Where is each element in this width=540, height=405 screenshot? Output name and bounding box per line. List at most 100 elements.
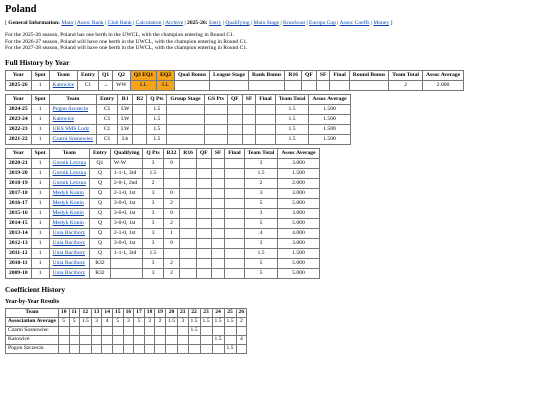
coef-value [235, 343, 248, 354]
column-header: 16 [122, 307, 135, 318]
table-row: 2015-16 1 Medyk Konin Q 3-0-0, 1st 3 0 3 3.000 [5, 207, 320, 219]
cell-qp: 3 [142, 197, 164, 209]
nav-link[interactable]: Qualifying [225, 20, 249, 26]
table-row: 2024-25 1 Pogon Szczecin C1 LW 1.5 1.5 1.500 [5, 103, 351, 115]
team-link[interactable]: Unia Raciborz [53, 230, 85, 236]
cell-r16 [179, 217, 197, 229]
coef-value: 1.5 [78, 316, 92, 327]
column-header: Entry [88, 147, 111, 159]
column-header: 25 [223, 307, 237, 318]
team-link[interactable]: Katowice [53, 82, 74, 88]
cell-year: 2013-14 [5, 227, 32, 239]
coef-value [176, 343, 189, 354]
column-header: Assoc Average [421, 69, 465, 81]
cell-team: UKS SMS Lodz [48, 123, 98, 135]
coef-value [223, 325, 237, 336]
team-link[interactable]: UKS SMS Lodz [53, 126, 90, 132]
column-header: Q Pts [146, 93, 168, 105]
cell-entry: C1 [96, 133, 119, 145]
nav-link[interactable]: Main Stage [253, 20, 279, 26]
team-link[interactable]: Medyk Konin [53, 200, 84, 206]
team-link[interactable]: Medyk Konin [53, 190, 84, 196]
cell-fin [224, 177, 245, 189]
coef-value: 4 [101, 316, 113, 327]
team-link[interactable]: Medyk Konin [53, 210, 84, 216]
team-link[interactable]: Pogon Szczecin [53, 106, 89, 112]
cell-r32: 0 [162, 157, 181, 169]
cell-tt: 5 [243, 197, 279, 209]
cell-qf [195, 227, 212, 239]
column-header: QF [226, 93, 243, 105]
nav-link[interactable]: Archive [165, 20, 183, 26]
team-link[interactable]: Gornik Leczna [53, 170, 86, 176]
cell-qf [195, 197, 212, 209]
cell-qf [301, 79, 317, 91]
uwcl-history-table-2021-2025: Year Spot Team Entry R1 R2 Q Pts Group Stage GS … [5, 93, 351, 145]
cell-year: 2019-20 [5, 167, 32, 179]
cell-team: Katowice [48, 113, 98, 125]
cell-spot: 1 [30, 177, 50, 189]
nav-link[interactable]: Knockout [283, 20, 305, 26]
column-header: 20 [164, 307, 178, 318]
nav-link[interactable]: Assoc Coeffs [340, 20, 370, 26]
team-link[interactable]: Czarni Sosnowiec [53, 136, 94, 142]
cell-r16 [179, 227, 197, 239]
cell-qual: 3-0-0, 1st [109, 207, 144, 219]
cell-q2: WW [112, 79, 131, 91]
coef-value [199, 343, 213, 354]
team-link[interactable]: Katowice [53, 116, 74, 122]
nav-link[interactable]: Europa Cup [309, 20, 336, 26]
cell-entry: R32 [88, 257, 111, 269]
cell-aa: 3.000 [277, 237, 320, 249]
season-links: Entry | Qualifying | Main Stage | Knocko… [208, 20, 390, 26]
column-header: Entry [76, 69, 99, 81]
cell-entry: Q [88, 177, 111, 189]
column-header: 19 [154, 307, 166, 318]
nav-link[interactable]: Calculation [136, 20, 162, 26]
cell-year: 2022-23 [5, 123, 32, 135]
cell-qual: 2-1-0, 1st [109, 227, 144, 239]
team-link[interactable]: Unia Raciborz [53, 240, 85, 246]
cell-year: 2015-16 [5, 207, 32, 219]
cell-r32: 2 [162, 217, 181, 229]
cell-r16 [179, 257, 197, 269]
column-header: R1 [117, 93, 134, 105]
nav-link[interactable]: Assoc Rank [77, 20, 104, 26]
team-link[interactable]: Gornik Leczna [53, 180, 86, 186]
nav-link[interactable]: Money [373, 20, 389, 26]
cell-rb [248, 79, 286, 91]
cell-spot: 1 [30, 157, 50, 169]
cell-r2 [132, 133, 148, 145]
cell-fin [255, 113, 276, 125]
cell-spot: 1 [30, 187, 50, 199]
cell-aa: 3.000 [277, 187, 320, 199]
cell-qp: 1.5 [146, 113, 168, 125]
column-header: 18 [143, 307, 156, 318]
team-link[interactable]: Unia Raciborz [53, 260, 85, 266]
cell-aa: 5.000 [277, 197, 320, 209]
team-link[interactable]: Unia Raciborz [53, 270, 85, 276]
column-header: Team Total [388, 69, 423, 81]
berth-notes: For the 2025-26 season, Poland has one b… [5, 32, 535, 52]
cell-aa: 2.000 [277, 177, 320, 189]
general-links: Main | Assoc Rank | Club Rank | Calculat… [61, 20, 184, 26]
cell-sf [241, 133, 257, 145]
cell-aa: 5.000 [277, 267, 320, 279]
cell-spot: 1 [30, 237, 50, 249]
nav-link[interactable]: Club Rank [108, 20, 132, 26]
year-by-year-heading: Year-by-Year Results [5, 298, 60, 305]
header-row: Year Spot Team Entry Qualifying Q Pts R32 R16 QF… [5, 147, 320, 159]
cell-r16 [179, 157, 197, 169]
column-header: R32 [162, 147, 181, 159]
nav-link[interactable]: Main [61, 20, 73, 26]
team-link[interactable]: Unia Raciborz [53, 250, 85, 256]
team-link[interactable]: Medyk Konin [53, 220, 84, 226]
cell-qp: 3 [142, 227, 164, 239]
cell-qp: 3 [142, 217, 164, 229]
team-link[interactable]: Gornik Leczna [53, 160, 86, 166]
nav-link[interactable]: Entry [209, 20, 221, 26]
coef-value [154, 325, 166, 336]
coef-value [101, 325, 113, 336]
cell-qp: 3 [142, 267, 164, 279]
cell-entry: C1 [96, 123, 119, 135]
